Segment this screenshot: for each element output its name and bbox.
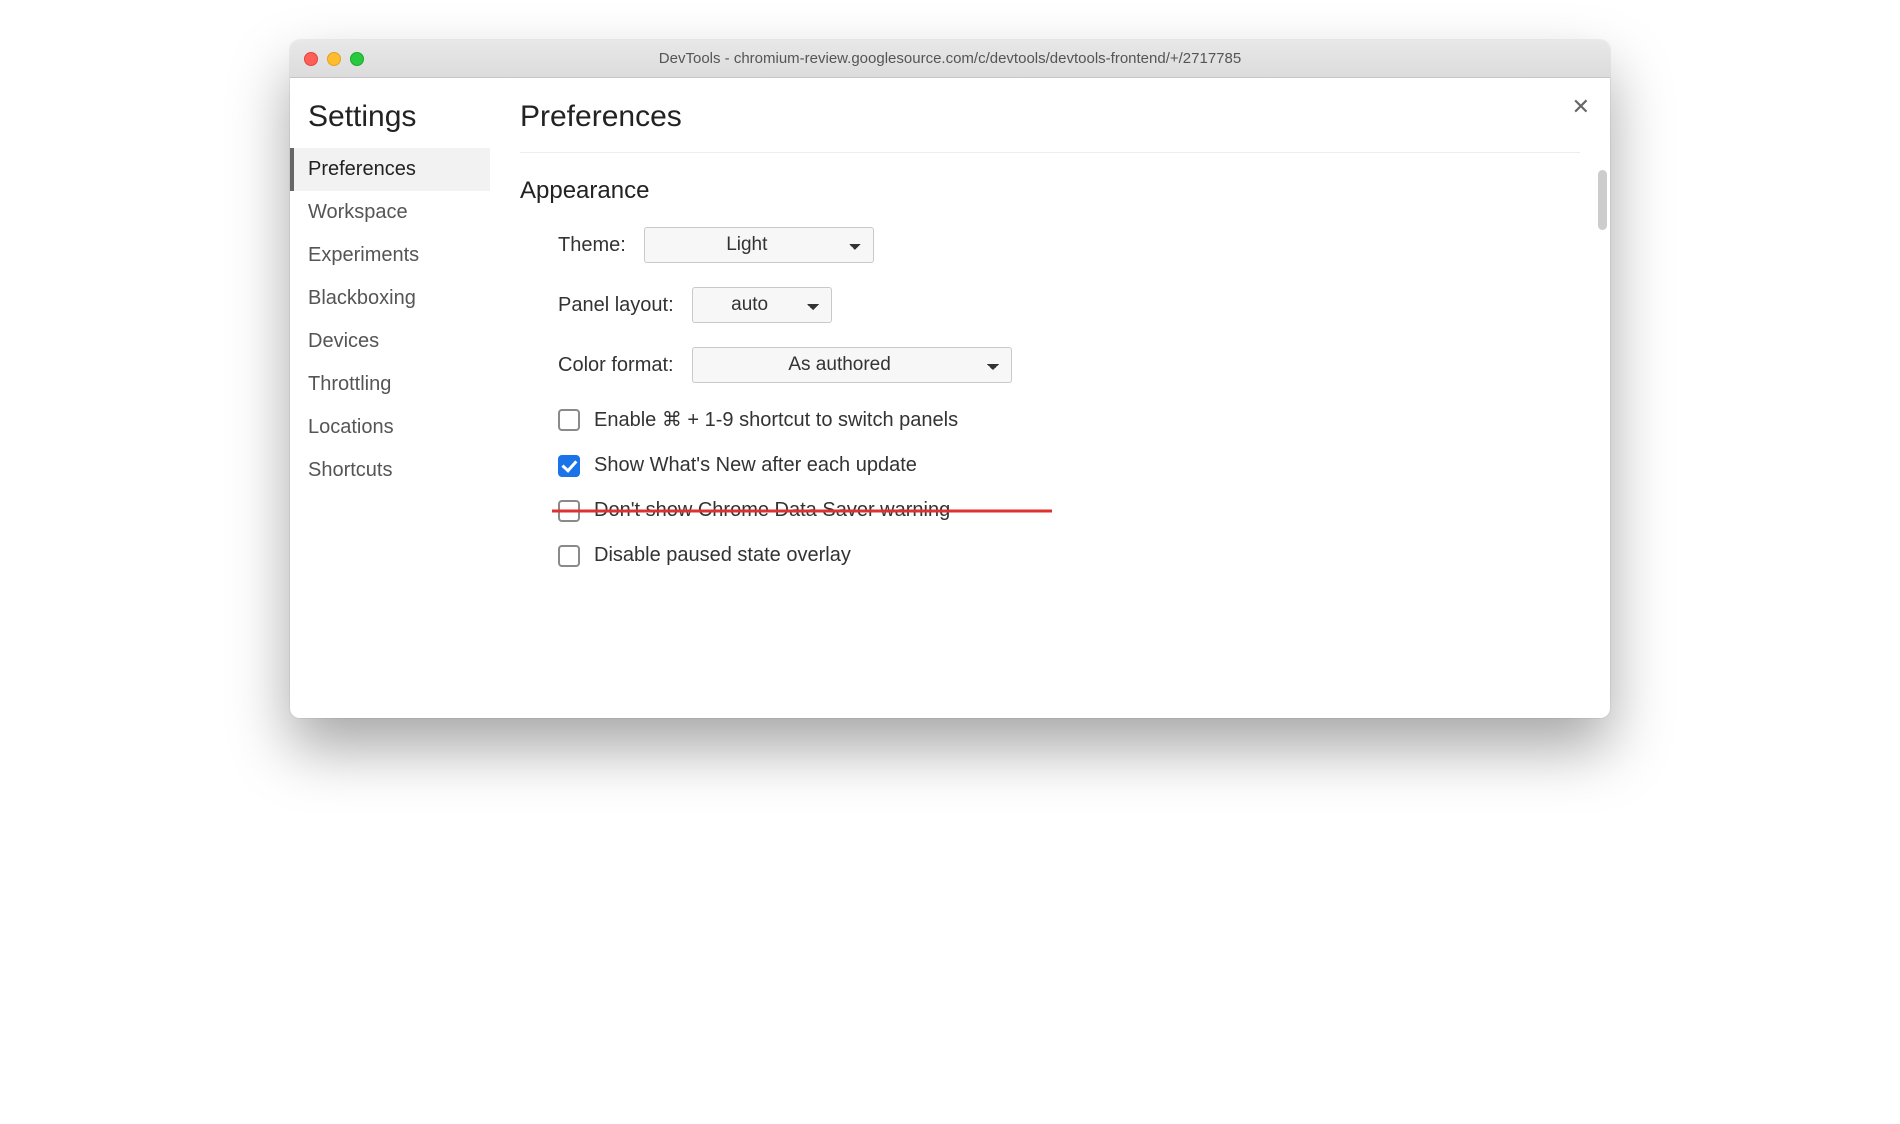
checkbox-whatsnew[interactable] [558,455,580,477]
app-window: DevTools - chromium-review.googlesource.… [290,40,1610,718]
sidebar-item-workspace[interactable]: Workspace [290,191,490,234]
row-color-format: Color format: As authored [558,347,1580,383]
titlebar: DevTools - chromium-review.googlesource.… [290,40,1610,78]
theme-label: Theme: [558,234,626,257]
close-window-icon[interactable] [304,52,318,66]
minimize-window-icon[interactable] [327,52,341,66]
row-panel-layout: Panel layout: auto [558,287,1580,323]
panel-layout-select[interactable]: auto [692,287,832,323]
color-format-label: Color format: [558,354,674,377]
sidebar-item-devices[interactable]: Devices [290,320,490,363]
checkbox-paused-label: Disable paused state overlay [594,544,851,567]
scrollbar-thumb[interactable] [1598,170,1607,230]
sidebar-item-locations[interactable]: Locations [290,406,490,449]
row-cb-datasaver[interactable]: Don't show Chrome Data Saver warning [558,499,1580,522]
sidebar-item-blackboxing[interactable]: Blackboxing [290,277,490,320]
divider [520,152,1580,153]
checkbox-whatsnew-label: Show What's New after each update [594,454,917,477]
sidebar: Settings Preferences Workspace Experimen… [290,78,490,718]
sidebar-item-shortcuts[interactable]: Shortcuts [290,449,490,492]
maximize-window-icon[interactable] [350,52,364,66]
row-cb-paused[interactable]: Disable paused state overlay [558,544,1580,567]
theme-select[interactable]: Light [644,227,874,263]
checkbox-shortcut[interactable] [558,409,580,431]
checkbox-datasaver[interactable] [558,500,580,522]
checkbox-shortcut-label: Enable ⌘ + 1-9 shortcut to switch panels [594,407,958,432]
sidebar-item-throttling[interactable]: Throttling [290,363,490,406]
row-theme: Theme: Light [558,227,1580,263]
window-title: DevTools - chromium-review.googlesource.… [290,50,1610,67]
checkbox-datasaver-label: Don't show Chrome Data Saver warning [594,499,950,522]
main-panel: ✕ Preferences Appearance Theme: Light Pa… [490,78,1610,718]
sidebar-title: Settings [290,100,490,148]
window-controls [304,52,364,66]
content-area: Settings Preferences Workspace Experimen… [290,78,1610,718]
page-title: Preferences [520,100,1580,134]
checkbox-paused[interactable] [558,545,580,567]
row-cb-shortcut[interactable]: Enable ⌘ + 1-9 shortcut to switch panels [558,407,1580,432]
color-format-select[interactable]: As authored [692,347,1012,383]
sidebar-item-experiments[interactable]: Experiments [290,234,490,277]
sidebar-item-preferences[interactable]: Preferences [290,148,490,191]
section-title-appearance: Appearance [520,177,1580,205]
panel-layout-label: Panel layout: [558,294,674,317]
row-cb-whatsnew[interactable]: Show What's New after each update [558,454,1580,477]
close-icon[interactable]: ✕ [1572,94,1590,120]
